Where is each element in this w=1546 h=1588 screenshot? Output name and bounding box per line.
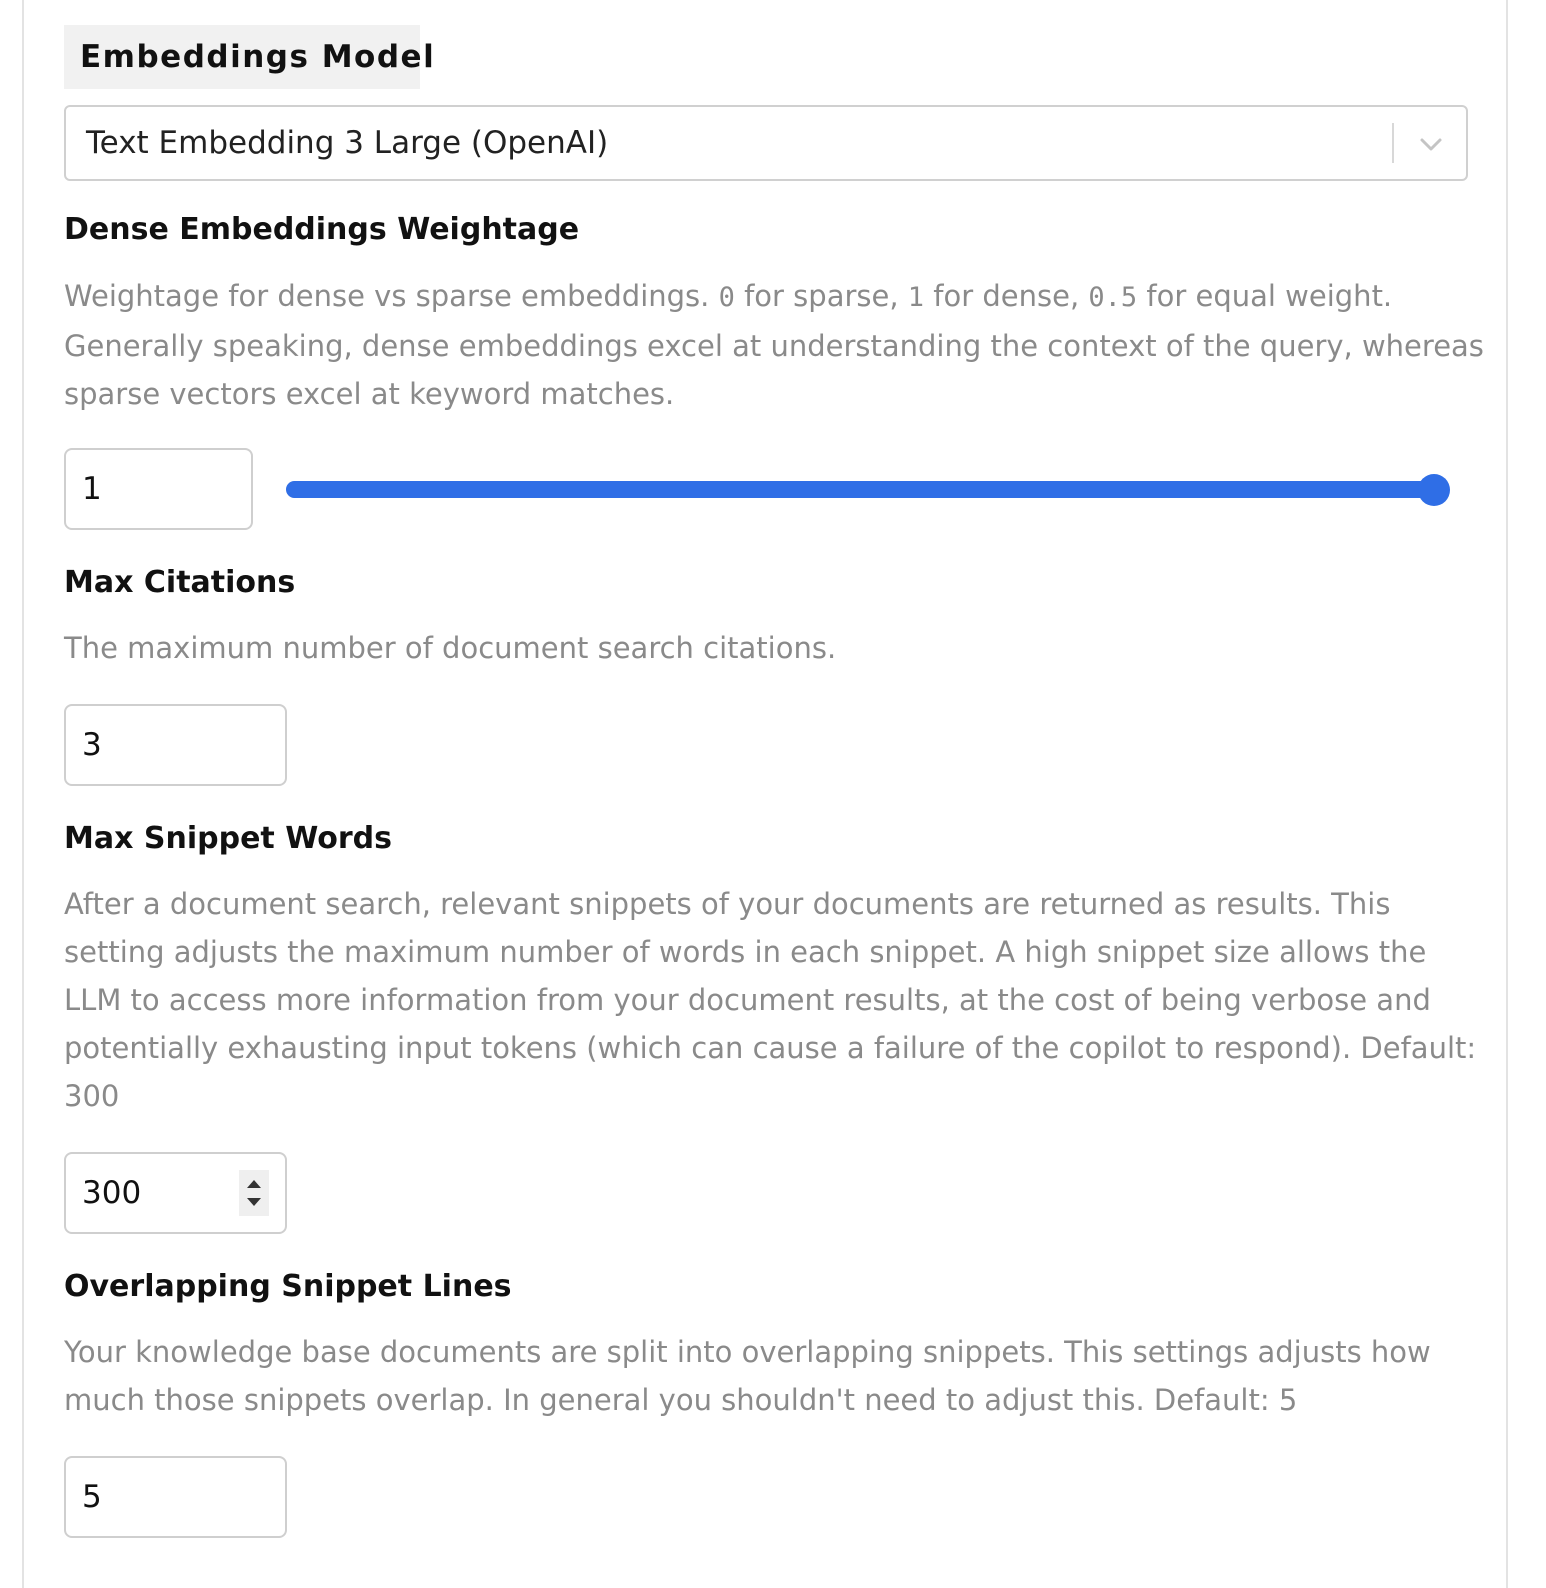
code-one: 1 — [907, 282, 925, 313]
spinner-down-icon — [247, 1198, 261, 1206]
chevron-down-icon[interactable] — [1418, 131, 1444, 157]
dense-weightage-label: Dense Embeddings Weightage — [64, 212, 580, 247]
overlapping-lines-value: 5 — [82, 1479, 102, 1515]
desc-text: for sparse, — [734, 279, 908, 313]
slider-thumb[interactable] — [1418, 474, 1450, 506]
max-snippet-words-description: After a document search, relevant snippe… — [64, 887, 1477, 1113]
dense-weightage-value: 1 — [82, 471, 102, 507]
max-citations-input[interactable]: 3 — [64, 704, 287, 786]
overlapping-lines-input[interactable]: 5 — [64, 1456, 287, 1538]
overlapping-lines-label: Overlapping Snippet Lines — [64, 1269, 512, 1304]
max-snippet-words-value: 300 — [82, 1175, 142, 1211]
spinner-up-icon — [247, 1180, 261, 1188]
desc-text: for dense, — [924, 279, 1089, 313]
slider-fill — [286, 481, 1434, 498]
dense-weightage-slider[interactable] — [286, 474, 1450, 506]
max-snippet-words-input[interactable]: 300 — [64, 1152, 287, 1234]
overlapping-lines-description: Your knowledge base documents are split … — [64, 1335, 1431, 1417]
embeddings-model-select[interactable]: Text Embedding 3 Large (OpenAI) — [64, 105, 1468, 181]
max-citations-label: Max Citations — [64, 565, 296, 600]
max-citations-description: The maximum number of document search ci… — [64, 631, 837, 665]
select-separator — [1392, 123, 1394, 163]
dense-weightage-description: Weightage for dense vs sparse embeddings… — [64, 272, 1484, 418]
embeddings-model-value: Text Embedding 3 Large (OpenAI) — [86, 125, 609, 161]
dense-weightage-input[interactable]: 1 — [64, 448, 253, 530]
code-half: 0.5 — [1088, 282, 1138, 313]
max-citations-value: 3 — [82, 727, 102, 763]
code-zero: 0 — [718, 282, 735, 313]
max-snippet-words-label: Max Snippet Words — [64, 821, 392, 856]
number-spinner[interactable] — [239, 1170, 269, 1216]
section-title: Embeddings Model — [64, 25, 434, 89]
desc-text: Weightage for dense vs sparse embeddings… — [64, 279, 719, 313]
